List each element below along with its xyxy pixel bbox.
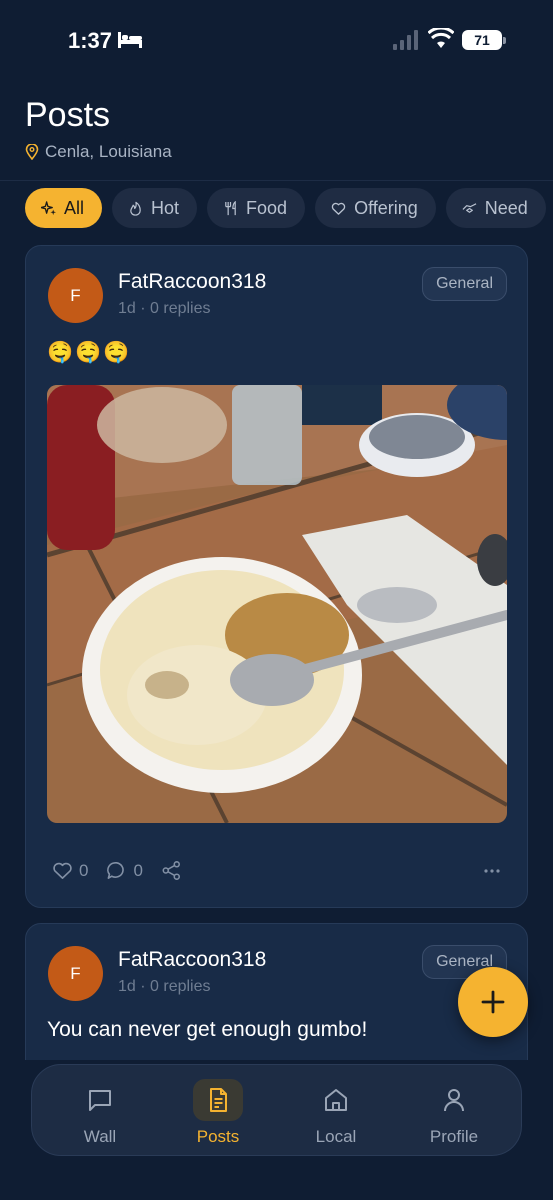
user-icon: [444, 1089, 464, 1112]
chip-food[interactable]: Food: [207, 188, 306, 228]
chip-hot[interactable]: Hot: [112, 188, 198, 228]
bottom-nav: Wall Posts Local Profile: [31, 1064, 522, 1156]
chip-label: Food: [246, 197, 288, 218]
plus-icon: [481, 990, 505, 1014]
chip-label: Need: [484, 197, 528, 218]
chip-offering[interactable]: Offering: [315, 188, 436, 228]
chip-need[interactable]: Need: [445, 188, 546, 228]
post-meta: 1d · 0 replies: [118, 300, 211, 317]
handshake-icon: [462, 202, 477, 213]
utensils-icon: [225, 200, 236, 215]
signal-icon: [393, 30, 418, 50]
author-name[interactable]: FatRaccoon318: [118, 948, 266, 972]
post-card[interactable]: F FatRaccoon318 1d · 0 replies General 🤤…: [25, 245, 528, 908]
post-actions: 0 0: [52, 860, 182, 881]
location: Cenla, Louisiana: [25, 142, 172, 162]
status-time: 1:37: [68, 28, 113, 53]
flame-icon: [130, 201, 141, 216]
status-bar: 1:37 71: [0, 0, 553, 80]
author-name[interactable]: FatRaccoon318: [118, 270, 266, 294]
chip-label: Offering: [354, 197, 418, 218]
chip-label: Hot: [151, 197, 180, 218]
post-text: 🤤🤤🤤: [47, 340, 132, 364]
bed-icon: [118, 32, 142, 48]
message-square-icon: [89, 1090, 111, 1111]
document-icon: [210, 1088, 227, 1112]
chip-label: All: [64, 197, 85, 218]
location-label: Cenla, Louisiana: [45, 142, 172, 161]
comment-count: 0: [133, 860, 143, 880]
share-icon: [162, 861, 180, 880]
category-badge: General: [422, 267, 507, 301]
post-text: You can never get enough gumbo!: [47, 1018, 368, 1041]
home-icon: [325, 1089, 347, 1111]
map-pin-icon: [25, 144, 39, 160]
post-image[interactable]: [47, 385, 507, 823]
more-icon[interactable]: [483, 862, 501, 880]
nav-posts[interactable]: Posts: [163, 1065, 273, 1157]
like-button[interactable]: 0: [52, 860, 88, 881]
chip-all[interactable]: All: [25, 188, 103, 228]
share-button[interactable]: [161, 860, 182, 881]
nav-label: Local: [315, 1127, 357, 1146]
avatar[interactable]: F: [48, 268, 103, 323]
nav-label: Profile: [429, 1127, 479, 1146]
post-meta: 1d · 0 replies: [118, 978, 211, 995]
comment-button[interactable]: 0: [106, 860, 143, 881]
new-post-button[interactable]: [458, 967, 528, 1037]
nav-local[interactable]: Local: [281, 1065, 391, 1157]
nav-wall[interactable]: Wall: [45, 1065, 155, 1157]
heart-icon: [53, 862, 72, 879]
nav-label: Wall: [83, 1127, 117, 1146]
filter-chips: All Hot Food Offering Need: [25, 188, 546, 228]
wifi-icon: [428, 28, 454, 48]
nav-profile[interactable]: Profile: [399, 1065, 509, 1157]
battery-icon: 71: [462, 30, 506, 50]
like-count: 0: [79, 860, 89, 880]
page-title: Posts: [25, 96, 111, 134]
sparkles-icon: [41, 200, 56, 215]
comment-icon: [107, 862, 125, 879]
nav-label: Posts: [196, 1127, 240, 1146]
avatar[interactable]: F: [48, 946, 103, 1001]
heart-icon: [331, 202, 346, 215]
header-divider: [0, 180, 553, 181]
